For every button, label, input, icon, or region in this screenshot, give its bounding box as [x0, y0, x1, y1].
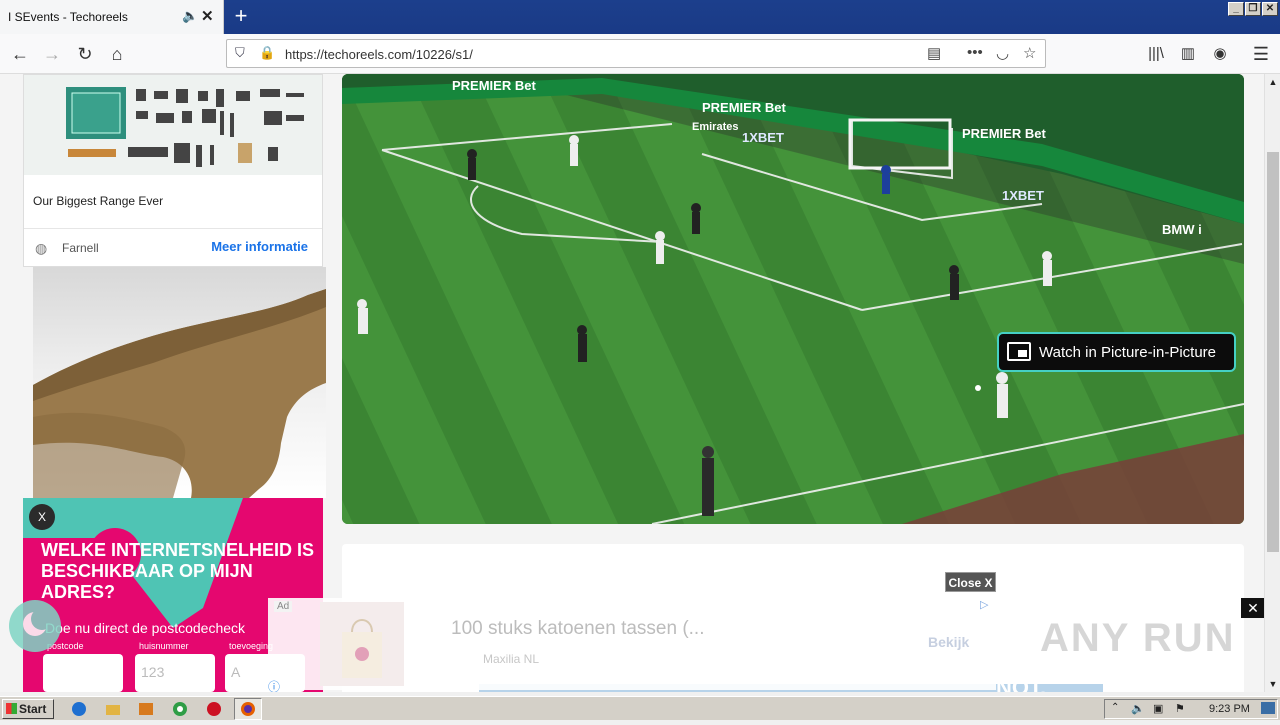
action-center-flag-icon[interactable]: ⚑ — [1175, 702, 1185, 715]
ad-board-text: PREMIER Bet — [452, 78, 536, 93]
restore-button[interactable]: ❐ — [1245, 2, 1261, 16]
bottom-ad-advertiser: Maxilia NL — [483, 652, 540, 666]
vertical-scrollbar[interactable]: ▲ ▼ — [1264, 74, 1280, 692]
ad-subtext: Doe nu direct de postcodecheck — [45, 620, 246, 636]
ad-caption[interactable]: Our Biggest Range Ever — [33, 194, 163, 208]
taskbar-firefox-button[interactable] — [234, 698, 262, 720]
volume-icon[interactable]: 🔈 — [1131, 702, 1145, 715]
lock-icon[interactable]: 🔒 — [259, 45, 275, 61]
info-icon[interactable]: ⓘ — [268, 678, 280, 692]
housenumber-label: huisnummer — [139, 641, 189, 651]
show-hidden-icons-icon[interactable]: ⌃ — [1111, 702, 1119, 713]
start-button[interactable]: Start — [2, 699, 54, 719]
ad-board-text: 1XBET — [742, 130, 784, 145]
globe-icon: ◍ — [35, 240, 48, 256]
close-overlay-button[interactable]: Close X — [945, 572, 996, 592]
account-icon[interactable]: ◉ — [1208, 42, 1232, 66]
adchoices-icon[interactable]: ▷ — [980, 598, 988, 611]
opera-icon[interactable] — [205, 700, 223, 718]
pocket-icon[interactable]: ◡ — [996, 44, 1009, 62]
window-close-button[interactable]: ✕ — [1262, 2, 1278, 16]
back-arrow-icon[interactable]: ← — [8, 42, 32, 66]
more-info-link[interactable]: Meer informatie — [211, 239, 308, 254]
picture-in-picture-icon — [1007, 342, 1031, 361]
watermark: ANY RUN — [1040, 616, 1236, 660]
page-content: Our Biggest Range Ever ◍ Farnell Meer in… — [0, 74, 1264, 692]
address-bar[interactable]: ⛉ 🔒 https://techoreels.com/10226/s1/ ▤ •… — [226, 39, 1046, 68]
show-desktop-icon[interactable] — [1261, 702, 1275, 714]
system-tray: ⌃ 🔈 ▣ ⚑ 9:23 PM — [1104, 699, 1278, 719]
sidebar-ad-card[interactable]: Our Biggest Range Ever ◍ Farnell Meer in… — [23, 74, 323, 267]
ad-board-text: BMW i — [1162, 222, 1202, 237]
more-actions-icon[interactable]: ••• — [967, 44, 983, 61]
minimize-button[interactable]: _ — [1228, 2, 1244, 16]
bottom-banner-ad[interactable]: Ad 100 stuks katoenen tassen (... Maxili… — [268, 598, 996, 692]
ad-product-image[interactable] — [24, 75, 322, 175]
pip-label: Watch in Picture-in-Picture — [1039, 344, 1216, 361]
tab-title: I SEvents - Techoreels — [8, 10, 128, 24]
library-icon[interactable]: |||\ — [1144, 42, 1168, 66]
reload-icon[interactable]: ↻ — [73, 42, 97, 66]
bookmark-star-icon[interactable]: ☆ — [1023, 44, 1036, 62]
scroll-thumb[interactable] — [1267, 152, 1279, 552]
new-tab-button[interactable]: + — [230, 3, 252, 29]
windows-taskbar: Start ⌃ 🔈 ▣ ⚑ 9:23 PM — [0, 696, 1280, 720]
windows-logo-icon — [6, 703, 17, 714]
ad-board-text: PREMIER Bet — [962, 126, 1046, 141]
postcode-field[interactable] — [43, 654, 123, 692]
url-text[interactable]: https://techoreels.com/10226/s1/ — [285, 47, 473, 62]
reader-view-icon[interactable]: ▤ — [927, 44, 941, 62]
ad-tag: Ad — [274, 601, 293, 612]
browser-tab-strip: I SEvents - Techoreels 🔈 ✕ + _ ❐ ✕ — [0, 0, 1280, 34]
clock[interactable]: 9:23 PM — [1209, 703, 1250, 715]
housenumber-field[interactable]: 123 — [135, 654, 215, 692]
speaker-icon[interactable]: 🔈 — [182, 8, 198, 24]
bottom-ad-cta[interactable]: Bekijk — [928, 634, 969, 650]
browser-tab[interactable]: I SEvents - Techoreels 🔈 ✕ — [0, 0, 224, 34]
ie-icon[interactable] — [70, 700, 88, 718]
start-label: Start — [19, 702, 47, 716]
video-player[interactable]: PREMIER Bet PREMIER Bet PREMIER Bet 1XBE… — [342, 74, 1244, 524]
ad-headline: WELKE INTERNETSNELHEID IS BESCHIKBAAR OP… — [41, 540, 315, 602]
dinosaur-ad-image[interactable] — [33, 267, 326, 498]
ad-advertiser: Farnell — [62, 241, 99, 255]
forward-arrow-icon[interactable]: → — [40, 42, 64, 66]
ad-close-button[interactable]: X — [29, 504, 55, 530]
folder-icon[interactable] — [104, 700, 122, 718]
ad-board-text: PREMIER Bet — [702, 100, 786, 115]
bottom-ad-close-button[interactable]: ✕ — [1241, 598, 1264, 618]
ad-board-text: Emirates — [692, 121, 738, 133]
ad-board-text: 1XBET — [1002, 188, 1044, 203]
scroll-up-arrow-icon[interactable]: ▲ — [1265, 74, 1280, 90]
home-icon[interactable]: ⌂ — [105, 42, 129, 66]
chrome-icon[interactable] — [171, 700, 189, 718]
media-icon[interactable] — [137, 700, 155, 718]
tab-close-icon[interactable]: ✕ — [201, 7, 214, 25]
tote-bag-image[interactable] — [320, 602, 404, 686]
menu-icon[interactable]: ☰ — [1249, 42, 1273, 66]
shield-icon[interactable]: ⛉ — [235, 45, 245, 61]
bottom-ad-headline[interactable]: 100 stuks katoenen tassen (... — [451, 618, 705, 640]
picture-in-picture-button[interactable]: Watch in Picture-in-Picture — [997, 332, 1236, 372]
scroll-down-arrow-icon[interactable]: ▼ — [1265, 676, 1280, 692]
network-icon[interactable]: ▣ — [1153, 702, 1163, 715]
divider — [24, 228, 322, 229]
sidebar-icon[interactable]: ▥ — [1176, 42, 1200, 66]
navigation-toolbar: ← → ↻ ⌂ ⛉ 🔒 https://techoreels.com/10226… — [0, 34, 1280, 74]
addition-label: toevoeging — [229, 641, 274, 651]
dark-mode-toggle[interactable] — [9, 600, 61, 652]
